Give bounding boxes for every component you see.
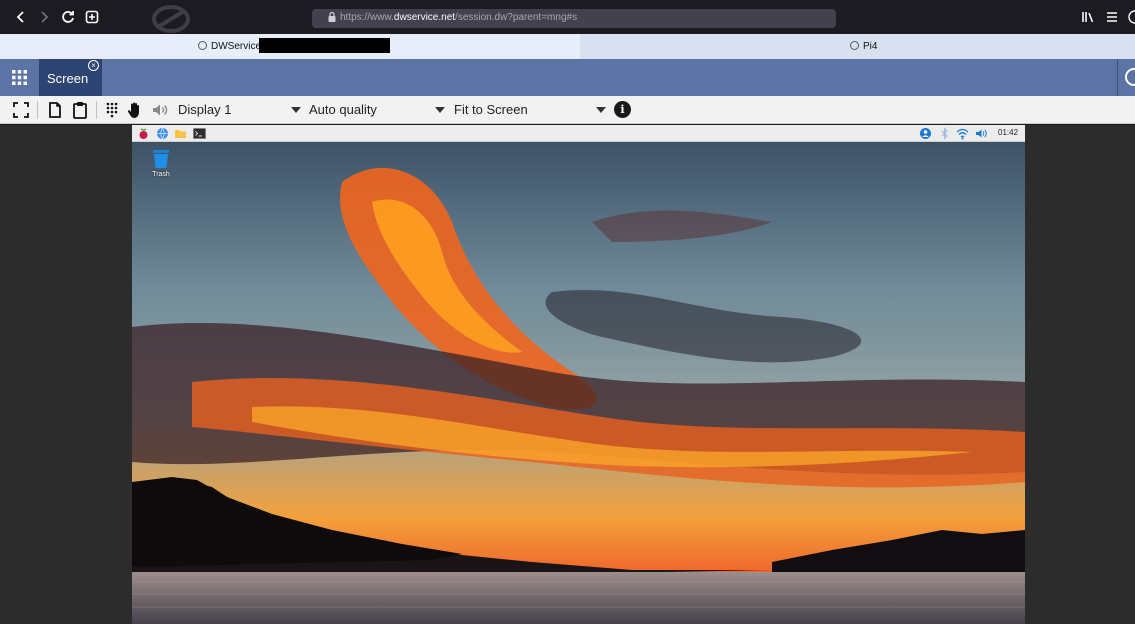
appbar-divider — [1117, 59, 1118, 96]
browser-tabstrip: DWService - Pi4 — [0, 34, 1135, 59]
keyboard-grid-icon[interactable] — [102, 100, 122, 120]
account-button[interactable] — [1125, 6, 1135, 28]
account-icon — [1128, 10, 1135, 24]
chevron-left-icon — [16, 11, 24, 23]
sunset-wallpaper — [132, 142, 1025, 624]
raspberry-menu-icon[interactable] — [137, 127, 150, 140]
remote-taskbar[interactable]: 01:42 — [132, 125, 1025, 142]
browser-navbar: https://www.dwservice.net/session.dw?par… — [0, 0, 1135, 34]
info-button[interactable]: i — [614, 101, 631, 118]
volume-icon[interactable] — [975, 127, 988, 140]
lock-icon — [328, 12, 336, 22]
quality-select[interactable]: Auto quality — [306, 99, 447, 121]
fit-select[interactable]: Fit to Screen — [451, 99, 608, 121]
hamburger-icon — [1107, 12, 1117, 22]
url-prefix: https://www. — [340, 12, 394, 23]
dwservice-favicon-icon — [198, 40, 207, 50]
url-domain: dwservice.net — [393, 12, 456, 23]
chevron-right-icon — [41, 11, 49, 23]
reload-button[interactable] — [57, 6, 79, 28]
forward-button[interactable] — [33, 6, 55, 28]
new-tab-button[interactable] — [81, 6, 103, 28]
toolbar-divider — [37, 101, 38, 119]
info-icon: i — [620, 103, 625, 116]
display-select-value: Display 1 — [178, 102, 232, 117]
copy-icon[interactable] — [45, 100, 65, 120]
trash-icon[interactable] — [150, 148, 172, 170]
plus-square-icon — [85, 10, 99, 24]
clock[interactable]: 01:42 — [998, 128, 1018, 137]
tab-dwservice-title-wrap: DWService - — [198, 34, 267, 59]
tab-screen[interactable]: Screen × — [39, 59, 102, 96]
url-text: https://www.dwservice.net/session.dw?par… — [340, 12, 577, 23]
hand-icon[interactable] — [125, 100, 145, 120]
tab-screen-label: Screen — [47, 71, 89, 86]
web-browser-icon[interactable] — [156, 127, 169, 140]
chevron-down-icon — [435, 107, 445, 113]
paste-icon[interactable] — [70, 100, 90, 120]
quality-select-value: Auto quality — [309, 102, 377, 117]
display-select[interactable]: Display 1 — [175, 99, 303, 121]
wifi-icon[interactable] — [956, 127, 969, 140]
update-icon[interactable] — [919, 127, 932, 140]
screen-toolbar: Display 1 Auto quality Fit to Screen i — [0, 96, 1135, 124]
file-manager-icon[interactable] — [174, 127, 187, 140]
tab-pi4[interactable]: Pi4 — [580, 34, 1135, 59]
speaker-icon[interactable] — [150, 100, 170, 120]
toolbar-divider — [96, 101, 97, 119]
app-header: Screen × — [0, 59, 1135, 96]
dwservice-favicon-icon — [850, 40, 859, 50]
reload-icon — [62, 11, 74, 23]
close-icon[interactable]: × — [88, 60, 99, 71]
terminal-icon[interactable] — [193, 127, 206, 140]
library-icon — [1082, 12, 1094, 23]
tab-pi4-title: Pi4 — [863, 41, 878, 52]
address-bar[interactable]: https://www.dwservice.net/session.dw?par… — [312, 9, 836, 28]
session-menu-icon[interactable] — [1125, 68, 1135, 86]
library-button[interactable] — [1077, 6, 1099, 28]
dwservice-logo-watermark — [152, 5, 190, 33]
bluetooth-icon[interactable] — [938, 127, 951, 140]
redacted-block — [259, 38, 390, 53]
fit-select-value: Fit to Screen — [454, 102, 528, 117]
trash-label[interactable]: Trash — [142, 171, 180, 178]
chevron-down-icon — [291, 107, 301, 113]
tab-dwservice[interactable]: DWService - — [0, 34, 578, 59]
remote-desktop[interactable]: 01:42 Trash — [132, 125, 1025, 624]
back-button[interactable] — [10, 6, 32, 28]
chevron-down-icon — [596, 107, 606, 113]
menu-button[interactable] — [1101, 6, 1123, 28]
url-path: /session.dw?parent=mng#s — [455, 12, 578, 23]
apps-grid-icon[interactable] — [11, 69, 28, 86]
tab-pi4-title-wrap: Pi4 — [850, 34, 877, 59]
fullscreen-icon[interactable] — [11, 100, 31, 120]
